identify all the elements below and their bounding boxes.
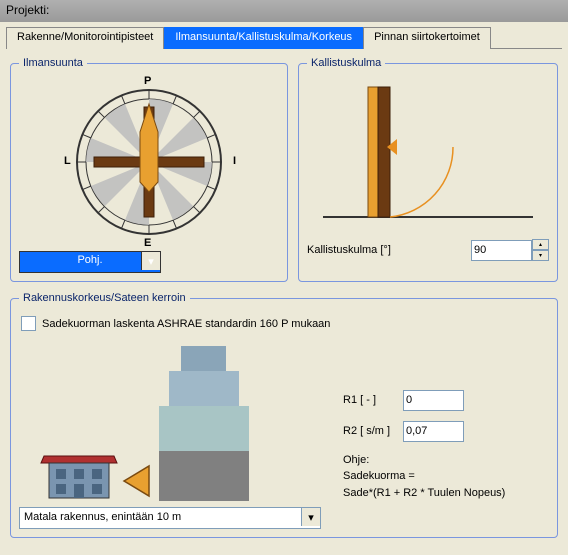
building-icon [19, 341, 319, 501]
tab-content: Ilmansuunta [0, 49, 568, 546]
coefficients: R1 [ - ] R2 [ s/m ] Ohje: Sadekuorma = S… [343, 390, 549, 502]
tilt-diagram [307, 77, 549, 227]
compass-p: P [144, 75, 151, 87]
r2-input[interactable] [403, 421, 464, 442]
compass-icon [44, 77, 254, 247]
window: Projekti: Rakenne/Monitorointipisteet Il… [0, 0, 568, 555]
tab-surface-label: Pinnan siirtokertoimet [374, 31, 480, 43]
ashrae-checkbox[interactable] [21, 316, 36, 331]
r2-label: R2 [ s/m ] [343, 425, 403, 437]
height-legend: Rakennuskorkeus/Sateen kerroin [19, 292, 190, 304]
building-select-value: Matala rakennus, enintään 10 m [20, 508, 320, 526]
ashrae-checkbox-row[interactable]: Sadekuorman laskenta ASHRAE standardin 1… [21, 316, 549, 331]
compass-l: L [64, 155, 71, 167]
direction-group: Ilmansuunta [10, 57, 288, 282]
tilt-label: Kallistuskulma [°] [307, 244, 471, 256]
tab-bar: Rakenne/Monitorointipisteet Ilmansuunta/… [6, 26, 562, 49]
building-select[interactable]: Matala rakennus, enintään 10 m ▾ [19, 507, 321, 529]
tab-surface[interactable]: Pinnan siirtokertoimet [363, 27, 491, 49]
chevron-down-icon: ▾ [141, 252, 160, 270]
direction-select-value: Pohj. [20, 252, 160, 268]
tab-structure-label: Rakenne/Monitorointipisteet [17, 31, 153, 43]
compass[interactable]: P I E L [44, 77, 254, 247]
tilt-icon [313, 77, 543, 227]
ashrae-label: Sadekuorman laskenta ASHRAE standardin 1… [42, 318, 330, 330]
tilt-group: Kallistuskulma Kallistuskulma [°] [298, 57, 558, 282]
titlebar: Projekti: [0, 0, 568, 22]
height-group: Rakennuskorkeus/Sateen kerroin Sadekuorm… [10, 292, 558, 538]
r1-label: R1 [ - ] [343, 394, 403, 406]
ohje-line2: Sade*(R1 + R2 * Tuulen Nopeus) [343, 485, 549, 502]
tab-direction-label: Ilmansuunta/Kallistuskulma/Korkeus [175, 31, 352, 43]
tab-direction[interactable]: Ilmansuunta/Kallistuskulma/Korkeus [164, 27, 363, 49]
compass-i: I [233, 155, 236, 167]
project-label: Projekti: [6, 3, 49, 17]
ohje-title: Ohje: [343, 452, 549, 469]
direction-select[interactable]: Pohj. ▾ [19, 251, 161, 273]
direction-legend: Ilmansuunta [19, 57, 87, 69]
ohje-text: Ohje: Sadekuorma = Sade*(R1 + R2 * Tuule… [343, 452, 549, 502]
tab-structure[interactable]: Rakenne/Monitorointipisteet [6, 27, 164, 49]
chevron-down-icon: ▾ [301, 508, 320, 526]
tilt-spinner[interactable]: ▴ ▾ [471, 239, 549, 261]
compass-e: E [144, 237, 151, 249]
building-illustration [19, 341, 319, 501]
spin-down-icon[interactable]: ▾ [532, 250, 549, 261]
tilt-input[interactable] [471, 240, 532, 261]
ohje-line1: Sadekuorma = [343, 468, 549, 485]
r1-input[interactable] [403, 390, 464, 411]
tilt-legend: Kallistuskulma [307, 57, 385, 69]
spin-up-icon[interactable]: ▴ [532, 239, 549, 250]
